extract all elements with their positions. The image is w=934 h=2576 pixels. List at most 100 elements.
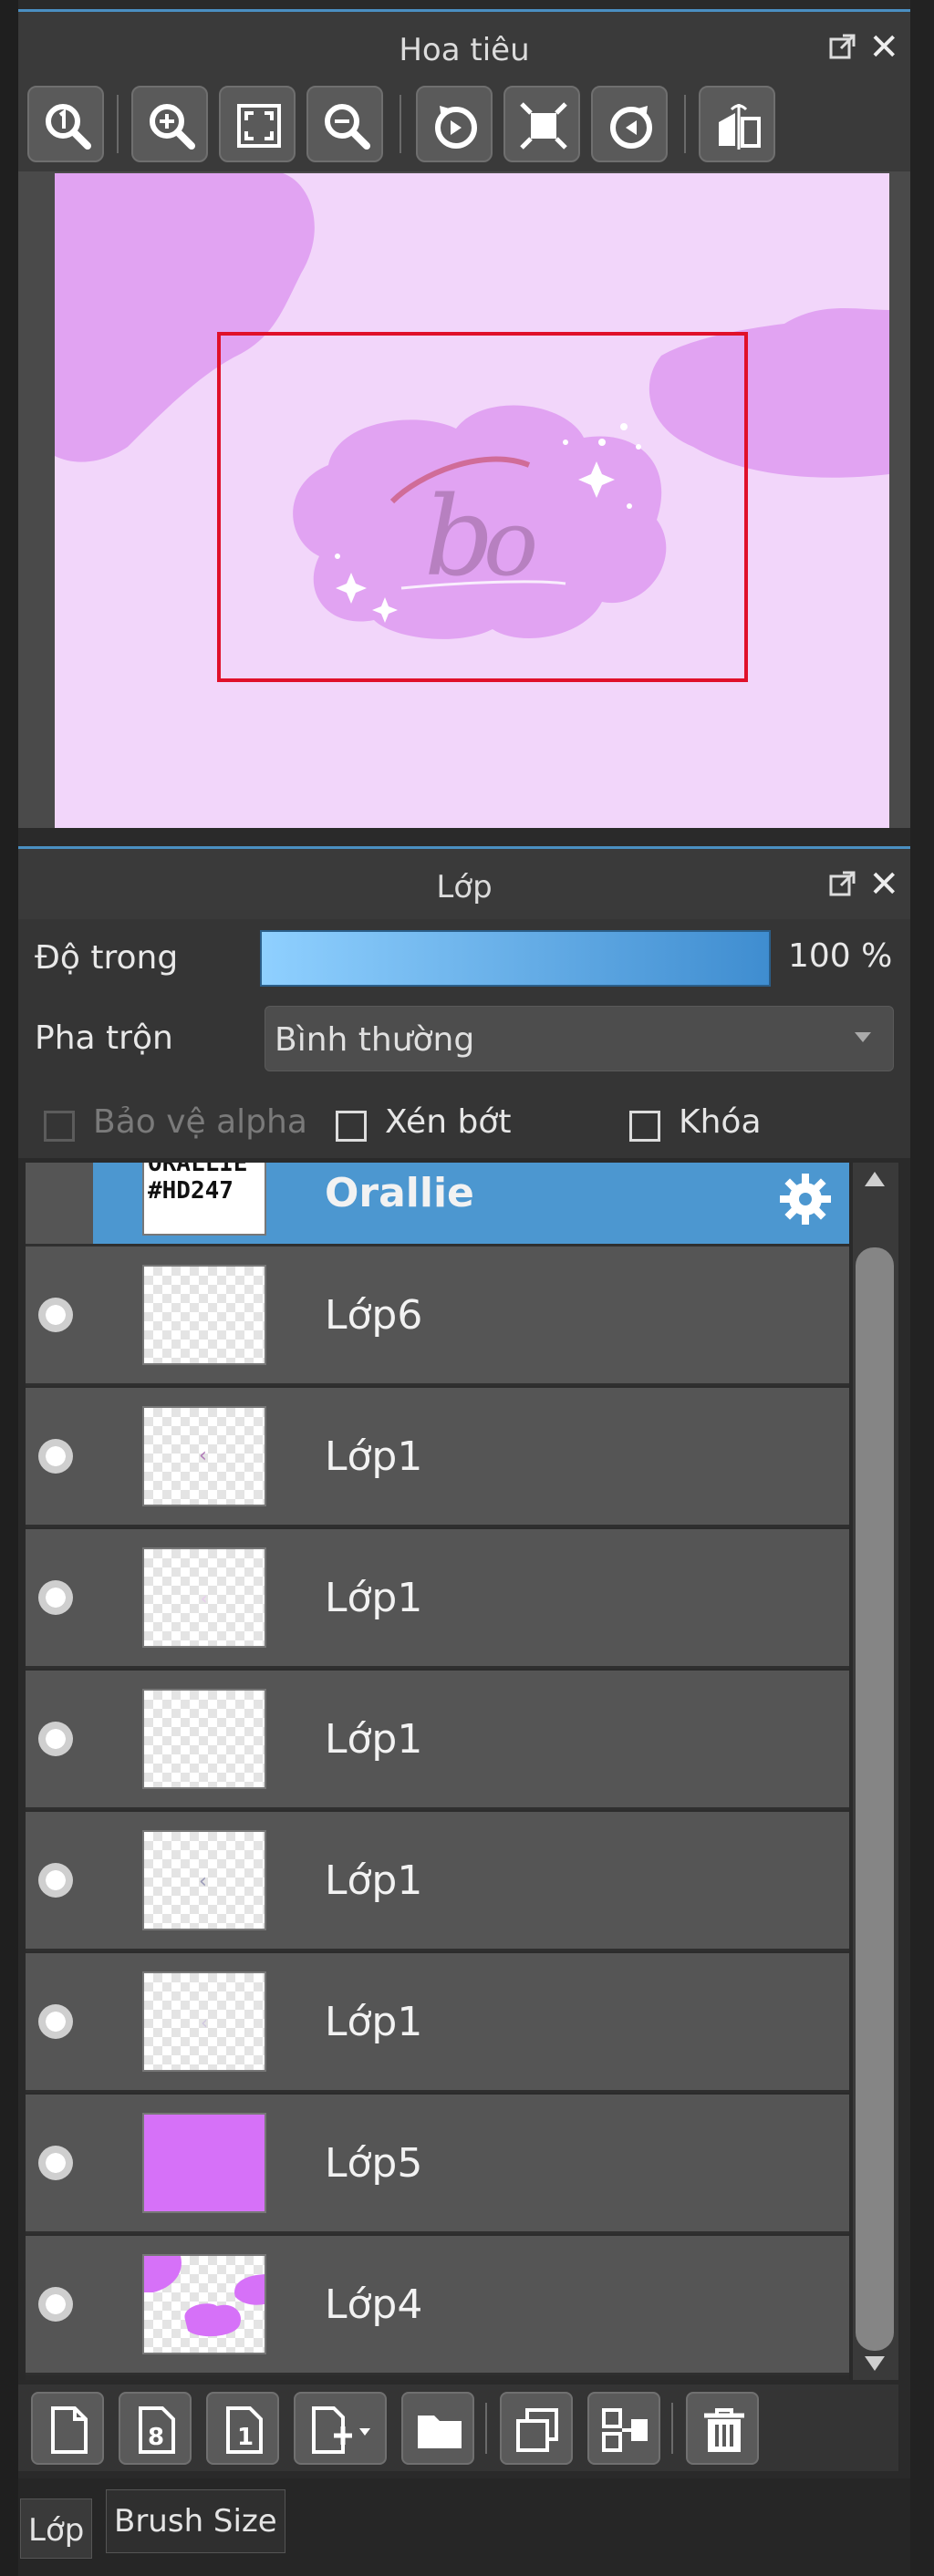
protect-alpha-label: Bảo vệ alpha	[93, 1103, 307, 1141]
fit-screen-icon	[237, 104, 281, 148]
layer-name: Lớp1	[325, 1716, 423, 1763]
layer-row[interactable]: Lớp6	[26, 1247, 849, 1386]
layer-thumbnail	[142, 2113, 266, 2213]
layer-thumbnail	[142, 1265, 266, 1365]
navigator-preview-frame: b o	[18, 171, 910, 828]
rotate-right-icon	[610, 106, 652, 149]
blend-mode-value: Bình thường	[275, 1021, 475, 1059]
zoom-100-icon	[46, 104, 91, 150]
layer-name: Lớp4	[325, 2281, 423, 2328]
opacity-value: 100 %	[788, 937, 893, 975]
new-8bit-layer-button[interactable]: 8	[119, 2392, 192, 2465]
new-1bit-layer-button[interactable]: 1	[206, 2392, 279, 2465]
layer-thumbnail: ‹	[142, 1971, 266, 2072]
layer-name: Orallie	[325, 1170, 474, 1216]
tab-layer[interactable]: Lớp	[20, 2498, 93, 2559]
visibility-toggle[interactable]	[38, 1722, 73, 1756]
layer-row[interactable]: ‹ Lớp1	[26, 1529, 849, 1669]
delete-layer-button[interactable]	[686, 2392, 759, 2465]
scroll-up-icon[interactable]	[865, 1172, 885, 1186]
fit-canvas-button[interactable]	[503, 86, 580, 162]
layer-panel-title: Lớp	[436, 869, 493, 905]
layer-row[interactable]: Lớp4	[26, 2236, 849, 2375]
opacity-slider[interactable]	[260, 930, 771, 987]
merge-down-icon	[602, 2408, 648, 2452]
close-icon[interactable]: ✕	[868, 26, 899, 68]
layer-row[interactable]: Lớp1	[26, 1671, 849, 1810]
left-edge	[0, 0, 18, 2576]
new-layer-icon	[51, 2406, 88, 2454]
thumb-text-line1: ORALLIE	[148, 1163, 248, 1177]
flip-horizontal-icon	[719, 104, 761, 150]
layer-name: Lớp1	[325, 1857, 423, 1904]
thumb-text-line2: #HD247	[148, 1177, 234, 1205]
rotate-right-button[interactable]	[591, 86, 668, 162]
layer-toolbar: 8 1	[18, 2385, 898, 2471]
1bit-layer-icon: 1	[226, 2406, 263, 2454]
folder-icon	[418, 2416, 462, 2448]
opacity-label: Độ trong	[35, 939, 179, 977]
duplicate-icon	[516, 2408, 558, 2452]
blend-mode-select[interactable]: Bình thường	[265, 1006, 894, 1071]
clipping-checkbox[interactable]	[336, 1111, 367, 1142]
toolbar-separator	[485, 2403, 487, 2454]
new-layer-button[interactable]	[31, 2392, 104, 2465]
layer-row-active[interactable]: ORALLIE #HD247 Orallie	[26, 1163, 849, 1247]
navigator-canvas-preview[interactable]: b o	[55, 173, 889, 828]
clipping-label: Xén bớt	[385, 1103, 512, 1141]
visibility-toggle[interactable]	[38, 1439, 73, 1474]
visibility-toggle[interactable]	[38, 1298, 73, 1332]
layer-thumbnail	[142, 2254, 266, 2354]
merge-down-button[interactable]	[587, 2392, 660, 2465]
duplicate-layer-button[interactable]	[500, 2392, 573, 2465]
add-layer-dropdown-icon	[312, 2406, 370, 2454]
8bit-layer-icon: 8	[139, 2406, 175, 2454]
layer-titlebar: Lớp ✕	[18, 846, 910, 919]
toolbar-separator	[400, 95, 401, 153]
scroll-down-icon[interactable]	[865, 2356, 885, 2371]
close-icon[interactable]: ✕	[868, 864, 899, 905]
layer-thumbnail: ORALLIE #HD247	[142, 1163, 266, 1236]
rotate-left-button[interactable]	[416, 86, 493, 162]
layer-thumbnail: ‹	[142, 1830, 266, 1930]
visibility-toggle[interactable]	[38, 2146, 73, 2180]
new-folder-button[interactable]	[401, 2392, 474, 2465]
zoom-100-button[interactable]	[27, 86, 104, 162]
zoom-in-icon	[150, 104, 195, 150]
viewport-rectangle[interactable]	[217, 332, 748, 682]
layer-name: Lớp1	[325, 1433, 423, 1480]
gear-icon[interactable]	[778, 1172, 833, 1226]
add-layer-menu-button[interactable]	[294, 2392, 387, 2465]
trash-icon	[704, 2408, 744, 2452]
layer-row[interactable]: ‹ Lớp1	[26, 1953, 849, 2093]
protect-alpha-checkbox[interactable]	[44, 1111, 75, 1142]
layer-row[interactable]: Lớp5	[26, 2095, 849, 2234]
layer-row[interactable]: ‹ Lớp1	[26, 1812, 849, 1951]
visibility-toggle[interactable]	[38, 1580, 73, 1615]
layer-list: ORALLIE #HD247 Orallie Lớp6 ‹ Lớp1 ‹ Lớp…	[26, 1163, 849, 2380]
panel-tabbar: Lớp Brush Size	[18, 2478, 910, 2576]
layer-row[interactable]: ‹ Lớp1	[26, 1388, 849, 1527]
zoom-out-button[interactable]	[306, 86, 383, 162]
popout-icon[interactable]	[828, 32, 857, 68]
fit-canvas-icon	[520, 102, 567, 150]
toolbar-separator	[684, 95, 686, 153]
zoom-in-button[interactable]	[131, 86, 208, 162]
lock-checkbox[interactable]	[629, 1111, 660, 1142]
flip-horizontal-button[interactable]	[699, 86, 775, 162]
fit-screen-button[interactable]	[219, 86, 296, 162]
navigator-title: Hoa tiêu	[399, 32, 530, 68]
toolbar-separator	[671, 2403, 673, 2454]
popout-icon[interactable]	[828, 869, 857, 905]
layer-name: Lớp6	[325, 1292, 423, 1339]
navigator-toolbar	[18, 82, 910, 171]
layer-thumbnail: ‹	[142, 1406, 266, 1506]
tab-brush-size[interactable]: Brush Size	[106, 2489, 285, 2553]
visibility-toggle[interactable]	[38, 2004, 73, 2039]
layer-name: Lớp1	[325, 1575, 423, 1621]
visibility-toggle[interactable]	[38, 2287, 73, 2322]
scrollbar-thumb[interactable]	[856, 1247, 894, 2351]
layer-name: Lớp1	[325, 1999, 423, 2045]
visibility-toggle[interactable]	[38, 1863, 73, 1898]
layer-thumbnail: ‹	[142, 1547, 266, 1648]
